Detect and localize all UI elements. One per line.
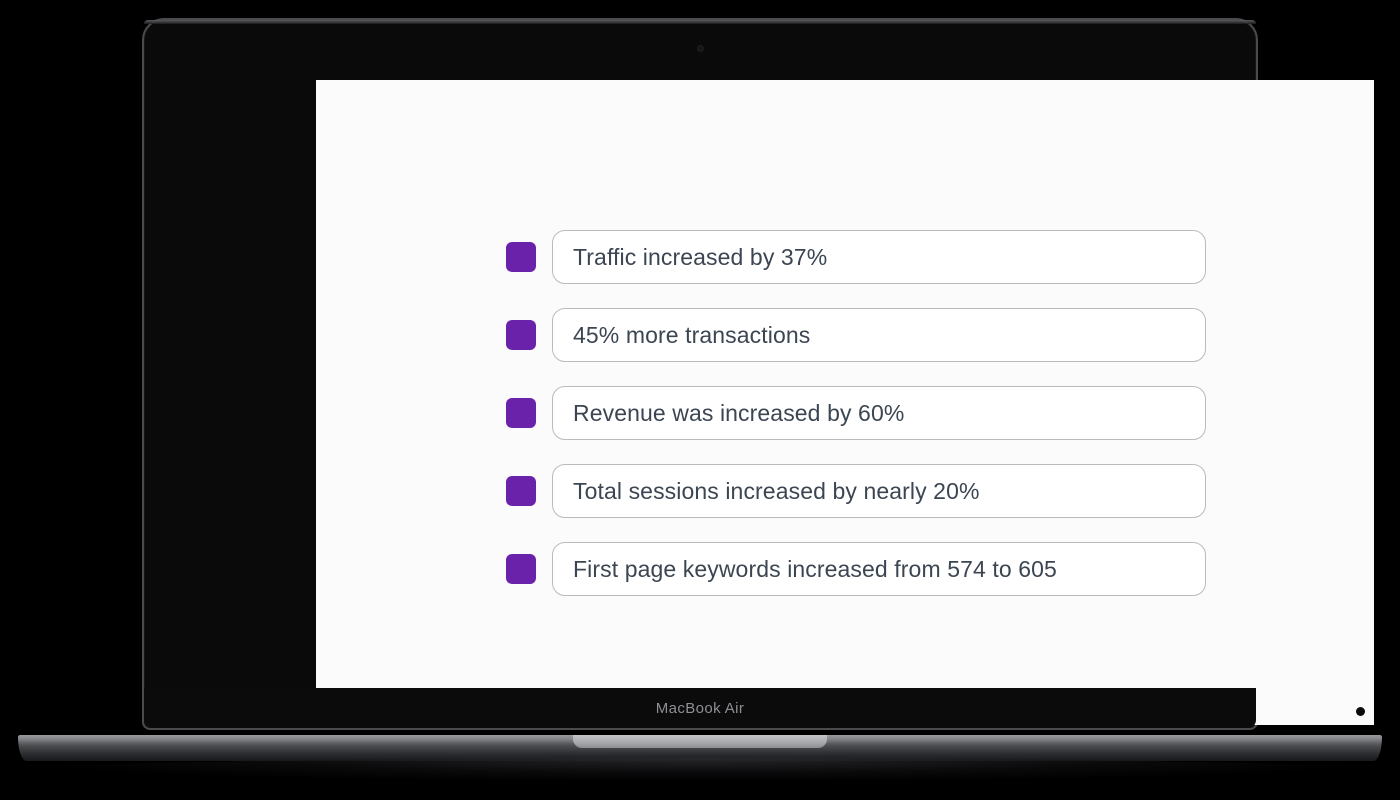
list-item[interactable]: Total sessions increased by nearly 20% bbox=[506, 464, 1206, 518]
purple-square-bullet-icon bbox=[506, 320, 536, 350]
base-notch bbox=[573, 735, 827, 748]
lid-bottom-bezel: MacBook Air bbox=[144, 688, 1256, 728]
bullet-text: Total sessions increased by nearly 20% bbox=[573, 477, 980, 504]
purple-square-bullet-icon bbox=[506, 554, 536, 584]
laptop-lid: Traffic increased by 37% 45% more transa… bbox=[142, 18, 1374, 730]
base-shadow bbox=[48, 758, 1352, 780]
purple-square-bullet-icon bbox=[506, 398, 536, 428]
list-item[interactable]: First page keywords increased from 574 t… bbox=[506, 542, 1206, 596]
purple-square-bullet-icon bbox=[506, 476, 536, 506]
purple-square-bullet-icon bbox=[506, 242, 536, 272]
bullet-list: Traffic increased by 37% 45% more transa… bbox=[506, 230, 1206, 596]
laptop-mockup: Traffic increased by 37% 45% more transa… bbox=[0, 0, 1400, 800]
bullet-box[interactable]: Traffic increased by 37% bbox=[552, 230, 1206, 284]
bullet-box[interactable]: Total sessions increased by nearly 20% bbox=[552, 464, 1206, 518]
bullet-box[interactable]: First page keywords increased from 574 t… bbox=[552, 542, 1206, 596]
bullet-box[interactable]: 45% more transactions bbox=[552, 308, 1206, 362]
bullet-text: First page keywords increased from 574 t… bbox=[573, 555, 1057, 582]
bullet-text: Revenue was increased by 60% bbox=[573, 399, 905, 426]
bullet-box[interactable]: Revenue was increased by 60% bbox=[552, 386, 1206, 440]
screen-corner-dot bbox=[1356, 707, 1365, 716]
list-item[interactable]: 45% more transactions bbox=[506, 308, 1206, 362]
list-item[interactable]: Revenue was increased by 60% bbox=[506, 386, 1206, 440]
bullet-text: 45% more transactions bbox=[573, 321, 811, 348]
lid-top-edge bbox=[144, 20, 1256, 24]
screen: Traffic increased by 37% 45% more transa… bbox=[316, 80, 1374, 725]
device-model-label: MacBook Air bbox=[655, 699, 745, 717]
bullet-text: Traffic increased by 37% bbox=[573, 243, 828, 270]
camera-dot-icon bbox=[696, 45, 704, 52]
list-item[interactable]: Traffic increased by 37% bbox=[506, 230, 1206, 284]
